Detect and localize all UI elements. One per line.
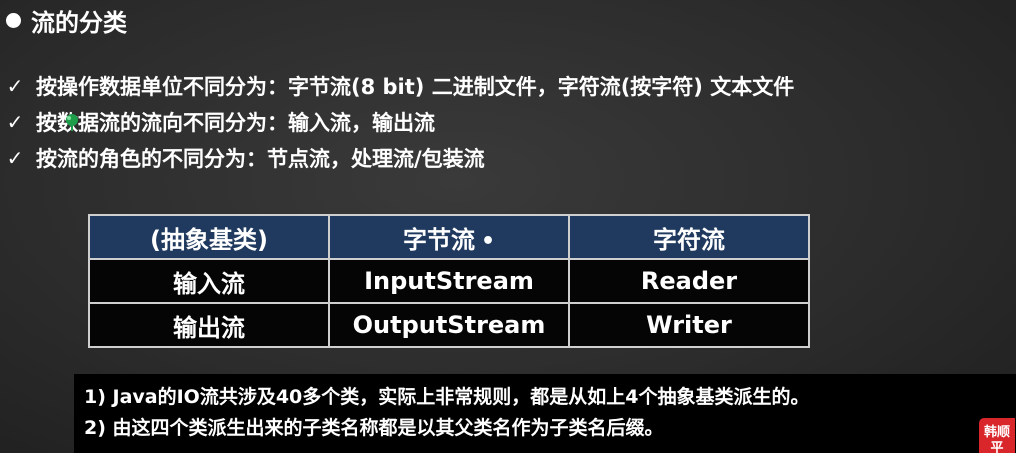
note-line: 2) 由这四个类派生出来的子类名称都是以其父类名作为子类名后缀。 bbox=[84, 417, 664, 439]
point-text: 按操作数据单位不同分为：字节流(8 bit) 二进制文件，字符流(按字符) 文本… bbox=[36, 75, 795, 99]
classification-points: ✓ 按操作数据单位不同分为：字节流(8 bit) 二进制文件，字符流(按字符) … bbox=[4, 68, 795, 176]
bullet-dot-icon bbox=[6, 12, 21, 28]
point-text: 按流的角色的不同分为：节点流，处理流/包装流 bbox=[36, 147, 485, 171]
watermark-badge: 韩顺平 bbox=[979, 418, 1015, 453]
table-row: 输出流 OutputStream Writer bbox=[88, 302, 810, 348]
note-line: 1) Java的IO流共涉及40多个类，实际上非常规则，都是从如上4个抽象基类派… bbox=[84, 386, 810, 408]
point-text: 按数据流的流向不同分为：输入流，输出流 bbox=[36, 111, 435, 135]
dot-marker-icon: • bbox=[480, 228, 496, 254]
cell-reader: Reader bbox=[568, 258, 810, 304]
row-label-output: 输出流 bbox=[88, 302, 330, 348]
row-label-input: 输入流 bbox=[88, 258, 330, 304]
section-heading: 流的分类 bbox=[6, 2, 127, 38]
table-header-row: (抽象基类) 字节流 • 字符流 bbox=[88, 214, 810, 260]
heading-text: 流的分类 bbox=[31, 8, 127, 37]
point-by-data-unit: ✓ 按操作数据单位不同分为：字节流(8 bit) 二进制文件，字符流(按字符) … bbox=[4, 68, 795, 104]
cell-input-stream: InputStream bbox=[328, 258, 570, 304]
notes-box: 1) Java的IO流共涉及40多个类，实际上非常规则，都是从如上4个抽象基类派… bbox=[74, 374, 1016, 453]
point-by-role: ✓ 按流的角色的不同分为：节点流，处理流/包装流 bbox=[4, 140, 794, 176]
stream-base-class-table: (抽象基类) 字节流 • 字符流 输入流 InputStream Reader 输… bbox=[88, 214, 810, 348]
cell-output-stream: OutputStream bbox=[328, 302, 570, 348]
checkmark-icon: ✓ bbox=[6, 110, 24, 134]
cell-writer: Writer bbox=[568, 302, 810, 348]
header-byte-stream: 字节流 • bbox=[328, 214, 570, 260]
checkmark-icon: ✓ bbox=[6, 146, 24, 170]
point-by-direction: ✓ 按数据流的流向不同分为：输入流，输出流 bbox=[4, 104, 794, 140]
header-char-stream: 字符流 bbox=[568, 214, 810, 260]
presenter-cursor-icon bbox=[66, 114, 78, 131]
table-row: 输入流 InputStream Reader bbox=[88, 258, 810, 304]
header-abstract-base-class: (抽象基类) bbox=[88, 214, 330, 260]
checkmark-icon: ✓ bbox=[6, 74, 24, 98]
